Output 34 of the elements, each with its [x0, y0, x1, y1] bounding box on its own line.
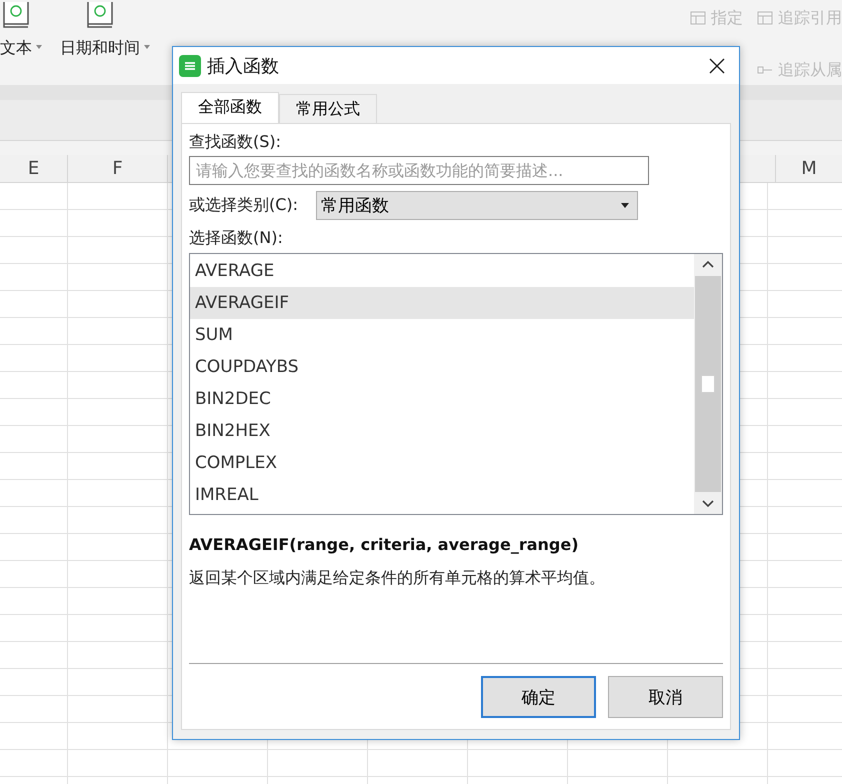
column-header[interactable]: F	[68, 155, 168, 182]
search-field[interactable]: 请输入您要查找的函数名称或函数功能的简要描述...	[189, 156, 649, 185]
table-icon	[757, 11, 773, 25]
close-icon[interactable]	[709, 58, 725, 74]
function-signature: AVERAGEIF(range, criteria, average_range)	[189, 535, 580, 554]
function-item[interactable]: AVERAGEIF	[190, 287, 694, 319]
function-item[interactable]: AVERAGE	[190, 255, 694, 287]
function-item[interactable]: SUM	[190, 319, 694, 351]
category-dropdown[interactable]: 常用函数	[316, 191, 638, 220]
cancel-button[interactable]: 取消	[608, 676, 723, 718]
function-item[interactable]: COUPDAYBS	[190, 351, 694, 383]
scroll-down-icon[interactable]	[702, 500, 714, 508]
category-label: 或选择类别(C):	[189, 195, 298, 216]
column-header[interactable]: E	[0, 155, 68, 182]
function-item[interactable]: BIN2DEC	[190, 383, 694, 415]
function-item[interactable]: COMPLEX	[190, 447, 694, 479]
ribbon-button[interactable]: 日期和时间	[60, 2, 150, 59]
ribbon-button[interactable]: 文本	[0, 2, 42, 59]
function-description: 返回某个区域内满足给定条件的所有单元格的算术平均值。	[189, 568, 606, 589]
caret-icon	[621, 203, 630, 208]
function-item[interactable]: BIN2HEX	[190, 415, 694, 447]
scroll-up-icon[interactable]	[702, 260, 714, 268]
app-logo-icon	[179, 54, 201, 76]
dialog-title: 插入函数	[207, 54, 280, 78]
tab[interactable]: 常用公式	[279, 94, 377, 123]
function-list-label: 选择函数(N):	[189, 228, 284, 249]
column-header[interactable]: M	[776, 155, 842, 182]
scrollbar[interactable]	[694, 254, 722, 514]
ok-button[interactable]: 确定	[481, 676, 596, 718]
tab[interactable]: 全部函数	[181, 92, 279, 123]
search-label: 查找函数(S):	[189, 132, 282, 153]
table-icon	[690, 11, 706, 25]
scrollbar-thumb[interactable]	[695, 276, 721, 492]
function-item[interactable]: IMREAL	[190, 479, 694, 511]
